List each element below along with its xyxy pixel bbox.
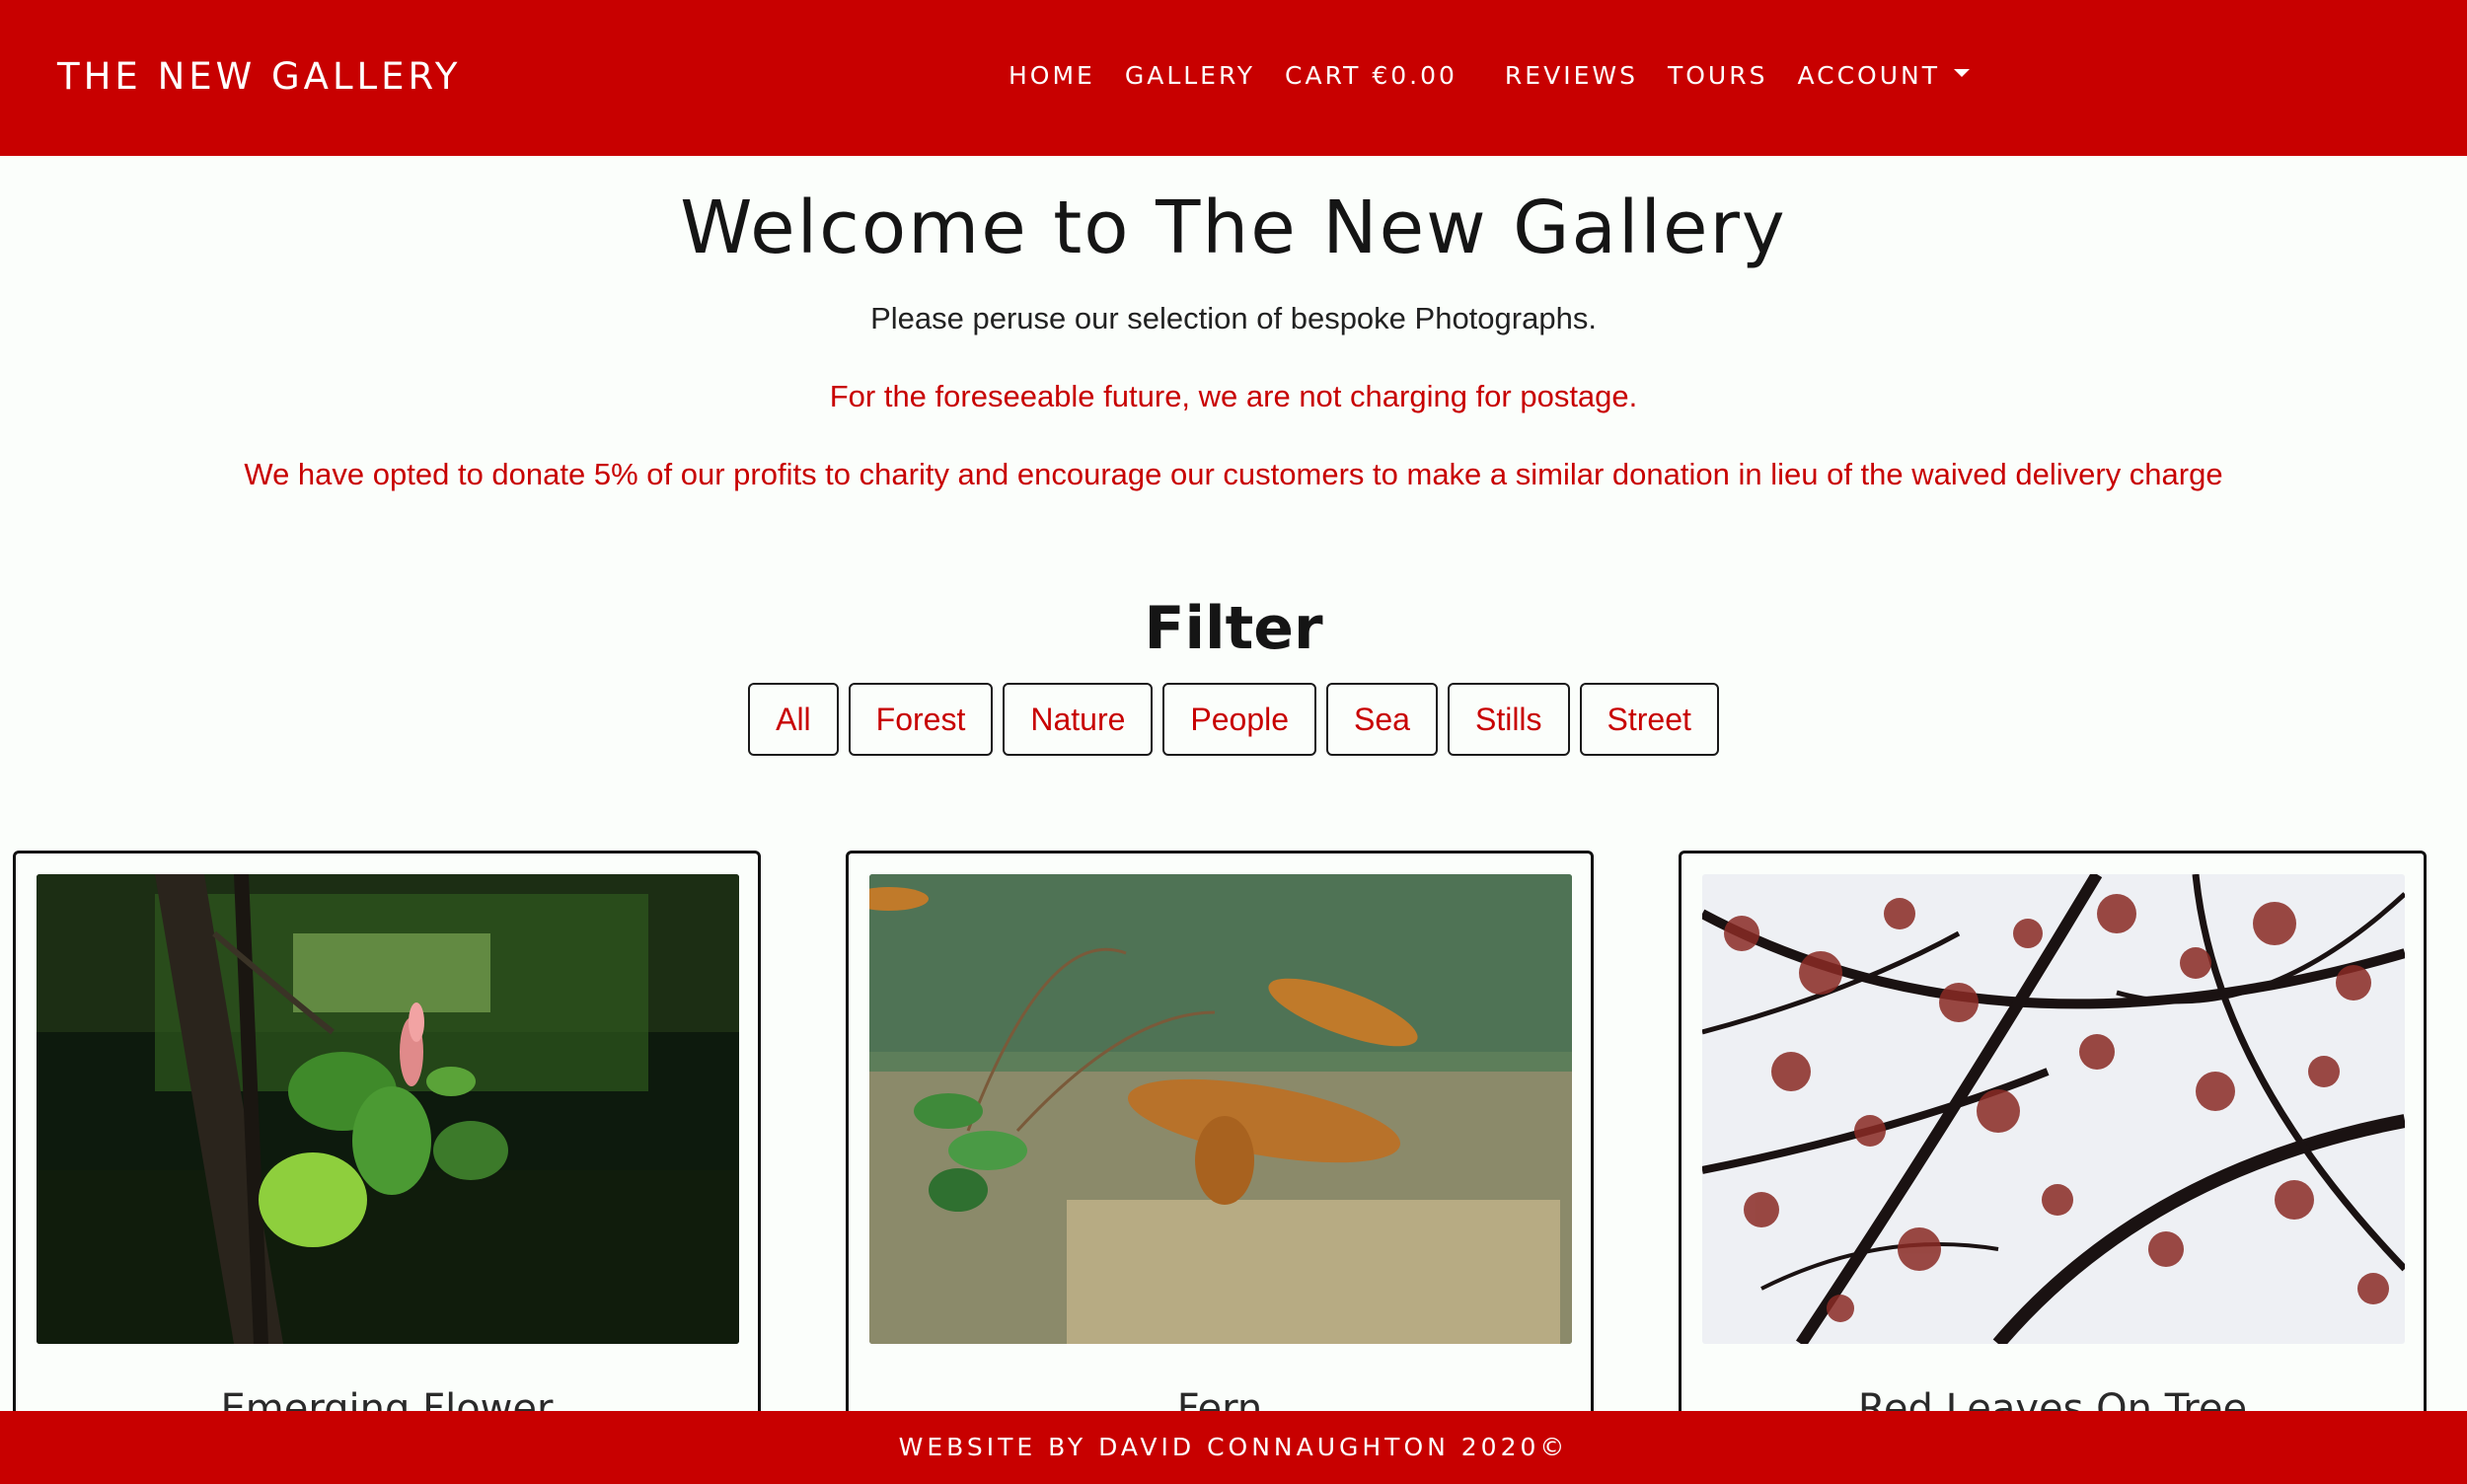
filter-stills-button[interactable]: Stills [1447, 683, 1570, 756]
charity-notice: We have opted to donate 5% of our profit… [244, 457, 2223, 491]
filter-bar: All Forest Nature People Sea Stills Stre… [0, 683, 2467, 756]
brand-logo[interactable]: THE NEW GALLERY [57, 55, 462, 98]
product-photo-fern[interactable] [869, 874, 1572, 1344]
filter-heading: Filter [1144, 594, 1323, 663]
product-photo-emerging-flower[interactable] [37, 874, 739, 1344]
page-title: Welcome to The New Gallery [680, 186, 1787, 270]
filter-nature-button[interactable]: Nature [1003, 683, 1154, 756]
intro-text: Please peruse our selection of bespoke P… [870, 301, 1597, 335]
nav-cart-link[interactable]: CART €0.00 [1285, 61, 1458, 90]
filter-all-button[interactable]: All [748, 683, 839, 756]
filter-people-button[interactable]: People [1162, 683, 1317, 756]
nav-account-label: ACCOUNT [1797, 61, 1940, 90]
postage-notice: For the foreseeable future, we are not c… [829, 379, 1638, 413]
filter-street-button[interactable]: Street [1579, 683, 1719, 756]
caret-down-icon [1953, 68, 1970, 77]
product-card[interactable]: Fern [846, 851, 1594, 1484]
filter-sea-button[interactable]: Sea [1326, 683, 1438, 756]
nav-reviews-link[interactable]: REVIEWS [1505, 61, 1638, 90]
product-card[interactable]: Emerging Flower [13, 851, 761, 1484]
nav-tours-link[interactable]: TOURS [1668, 61, 1768, 90]
filter-forest-button[interactable]: Forest [848, 683, 994, 756]
site-footer: WEBSITE BY DAVID CONNAUGHTON 2020© [0, 1411, 2467, 1484]
product-card[interactable]: Red Leaves On Tree [1679, 851, 2427, 1484]
nav-account-dropdown[interactable]: ACCOUNT [1797, 61, 1970, 90]
top-navbar: THE NEW GALLERY HOME GALLERY CART €0.00 … [0, 0, 2467, 156]
nav-gallery-link[interactable]: GALLERY [1125, 61, 1255, 90]
nav-home-link[interactable]: HOME [1009, 61, 1095, 90]
main-nav: HOME GALLERY CART €0.00 REVIEWS TOURS AC… [1009, 61, 1999, 90]
product-photo-red-leaves-on-tree[interactable] [1702, 874, 2405, 1344]
